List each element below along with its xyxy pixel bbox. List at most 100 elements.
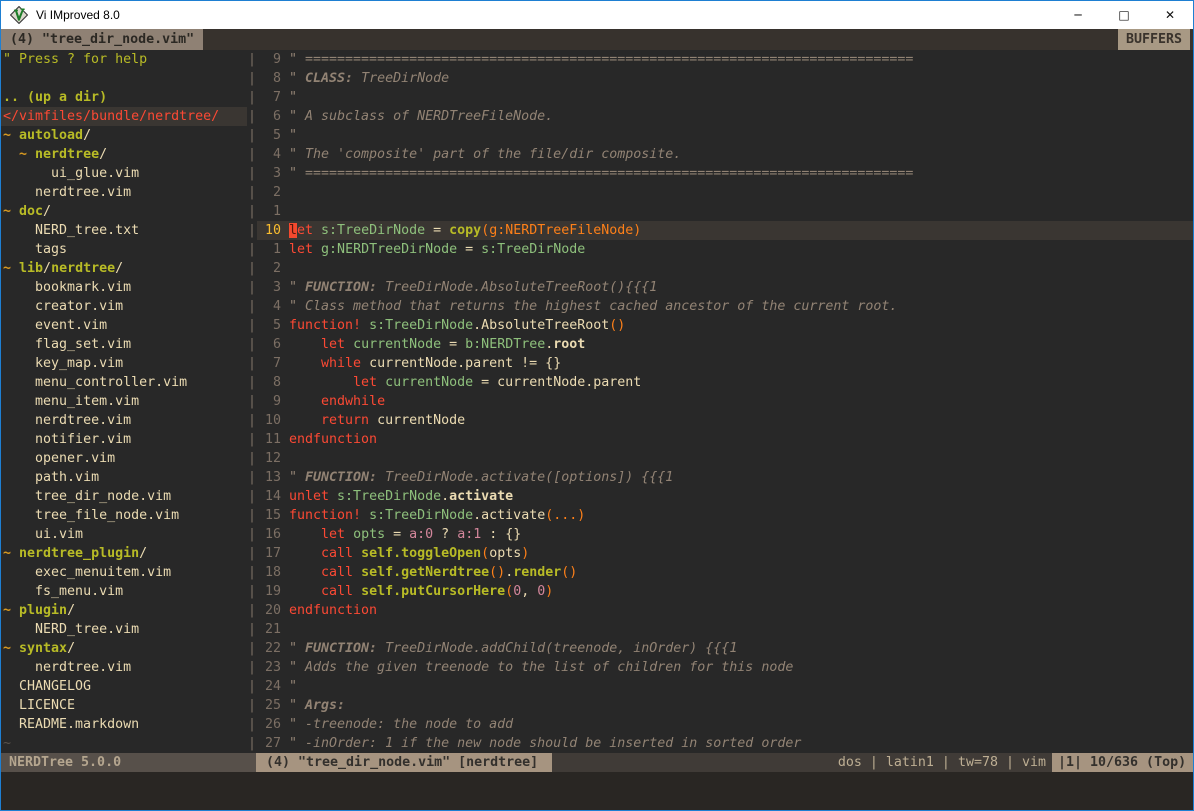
nerdtree-item[interactable]: README.markdown xyxy=(3,715,247,734)
code-line[interactable]: 6" A subclass of NERDTreeFileNode. xyxy=(257,107,1193,126)
code-line[interactable]: 9" =====================================… xyxy=(257,50,1193,69)
text-segment: " A subclass of NERDTreeFileNode. xyxy=(289,109,553,124)
nerdtree-item[interactable]: ~ xyxy=(3,734,247,753)
nerdtree-item[interactable]: ~ nerdtree/ xyxy=(3,145,247,164)
code-line[interactable]: 4" Class method that returns the highest… xyxy=(257,297,1193,316)
code-line[interactable]: 6 let currentNode = b:NERDTree.root xyxy=(257,335,1193,354)
code-line[interactable]: 26" -treenode: the node to add xyxy=(257,715,1193,734)
nerdtree-item[interactable]: nerdtree.vim xyxy=(3,183,247,202)
nerdtree-item[interactable]: exec_menuitem.vim xyxy=(3,563,247,582)
nerdtree-item[interactable]: flag_set.vim xyxy=(3,335,247,354)
close-button[interactable]: ✕ xyxy=(1147,1,1193,29)
text-segment: activate xyxy=(449,489,513,504)
code-line[interactable]: 13" FUNCTION: TreeDirNode.activate([opti… xyxy=(257,468,1193,487)
text-segment: flag_set.vim xyxy=(35,337,131,352)
code-line[interactable]: 5" xyxy=(257,126,1193,145)
text-segment: tree_dir_node.vim xyxy=(35,489,171,504)
cursor-block: l xyxy=(289,223,297,238)
nerdtree-item[interactable]: tags xyxy=(3,240,247,259)
nerdtree-item[interactable]: " Press ? for help xyxy=(3,50,247,69)
statusline-nerdtree-version: NERDTree 5.0.0 xyxy=(1,753,256,772)
nerdtree-item[interactable]: nerdtree.vim xyxy=(3,411,247,430)
code-line[interactable]: 18 call self.getNerdtree().render() xyxy=(257,563,1193,582)
nerdtree-item[interactable]: ui.vim xyxy=(3,525,247,544)
nerdtree-item[interactable]: ~ plugin/ xyxy=(3,601,247,620)
nerdtree-item[interactable]: CHANGELOG xyxy=(3,677,247,696)
code-line[interactable]: 1 xyxy=(257,202,1193,221)
code-line[interactable]: 4" The 'composite' part of the file/dir … xyxy=(257,145,1193,164)
command-line[interactable] xyxy=(1,772,1193,810)
nerdtree-item[interactable]: creator.vim xyxy=(3,297,247,316)
text-segment xyxy=(3,394,35,409)
nerdtree-item[interactable]: nerdtree.vim xyxy=(3,658,247,677)
nerdtree-item[interactable]: ~ lib/nerdtree/ xyxy=(3,259,247,278)
nerdtree-item[interactable]: notifier.vim xyxy=(3,430,247,449)
nerdtree-item[interactable]: key_map.vim xyxy=(3,354,247,373)
nerdtree-item[interactable]: ~ autoload/ xyxy=(3,126,247,145)
code-line[interactable]: 27" -inOrder: 1 if the new node should b… xyxy=(257,734,1193,753)
text-segment: creator.vim xyxy=(35,299,123,314)
text-segment: root xyxy=(553,337,585,352)
code-line[interactable]: 24" xyxy=(257,677,1193,696)
buffers-tab[interactable]: BUFFERS xyxy=(1118,29,1190,50)
code-line[interactable]: 21 xyxy=(257,620,1193,639)
nerdtree-item[interactable]: ~ nerdtree_plugin/ xyxy=(3,544,247,563)
maximize-button[interactable]: □ xyxy=(1101,1,1147,29)
code-line[interactable]: 25" Args: xyxy=(257,696,1193,715)
code-line[interactable]: 23" Adds the given treenode to the list … xyxy=(257,658,1193,677)
code-line[interactable]: 19 call self.putCursorHere(0, 0) xyxy=(257,582,1193,601)
nerdtree-item[interactable]: ui_glue.vim xyxy=(3,164,247,183)
text-segment: TreeDirNode xyxy=(353,71,449,86)
code-line[interactable]: 17 call self.toggleOpen(opts) xyxy=(257,544,1193,563)
code-line[interactable]: 5function! s:TreeDirNode.AbsoluteTreeRoo… xyxy=(257,316,1193,335)
nerdtree-item[interactable]: path.vim xyxy=(3,468,247,487)
code-line[interactable]: 20endfunction xyxy=(257,601,1193,620)
code-line[interactable]: 11endfunction xyxy=(257,430,1193,449)
nerdtree-item[interactable]: fs_menu.vim xyxy=(3,582,247,601)
nerdtree-item[interactable]: .. (up a dir) xyxy=(3,88,247,107)
code-line[interactable]: 8 let currentNode = currentNode.parent xyxy=(257,373,1193,392)
code-line[interactable]: 7 while currentNode.parent != {} xyxy=(257,354,1193,373)
nerdtree-item[interactable]: event.vim xyxy=(3,316,247,335)
code-line[interactable]: 2 xyxy=(257,183,1193,202)
code-line[interactable]: 10 return currentNode xyxy=(257,411,1193,430)
line-number: 26 xyxy=(257,715,281,734)
window-controls: ─ □ ✕ xyxy=(1055,1,1193,29)
nerdtree-item[interactable]: </vimfiles/bundle/nerdtree/ xyxy=(1,107,247,126)
code-line[interactable]: 8" CLASS: TreeDirNode xyxy=(257,69,1193,88)
code-line[interactable]: 12 xyxy=(257,449,1193,468)
text-segment: " xyxy=(289,280,305,295)
code-line[interactable]: 15function! s:TreeDirNode.activate(...) xyxy=(257,506,1193,525)
nerdtree-item[interactable]: opener.vim xyxy=(3,449,247,468)
text-segment xyxy=(3,565,35,580)
text-segment: self.putCursorHere xyxy=(361,584,505,599)
code-line[interactable]: 22" FUNCTION: TreeDirNode.addChild(treen… xyxy=(257,639,1193,658)
code-line[interactable]: 2 xyxy=(257,259,1193,278)
nerdtree-item[interactable]: LICENCE xyxy=(3,696,247,715)
nerdtree-item[interactable]: ~ syntax/ xyxy=(3,639,247,658)
code-line[interactable]: 3" FUNCTION: TreeDirNode.AbsoluteTreeRoo… xyxy=(257,278,1193,297)
nerdtree-item[interactable]: NERD_tree.vim xyxy=(3,620,247,639)
code-line[interactable]: 3" =====================================… xyxy=(257,164,1193,183)
code-line[interactable]: 10let s:TreeDirNode = copy(g:NERDTreeFil… xyxy=(257,221,1193,240)
tabline: (4) "tree_dir_node.vim" BUFFERS xyxy=(1,29,1193,50)
code-line[interactable]: 7" xyxy=(257,88,1193,107)
line-number: 10 xyxy=(257,411,281,430)
statusline-filename: (4) "tree_dir_node.vim" [nerdtree] xyxy=(256,753,552,772)
nerdtree-item[interactable]: menu_item.vim xyxy=(3,392,247,411)
code-line[interactable]: 16 let opts = a:0 ? a:1 : {} xyxy=(257,525,1193,544)
nerdtree-item[interactable]: bookmark.vim xyxy=(3,278,247,297)
text-segment xyxy=(3,242,35,257)
window-separator[interactable]: | | | | | | | | | | | | | | | | | | | | … xyxy=(247,50,257,753)
nerdtree-item[interactable]: menu_controller.vim xyxy=(3,373,247,392)
nerdtree-item[interactable]: ~ doc/ xyxy=(3,202,247,221)
minimize-button[interactable]: ─ xyxy=(1055,1,1101,29)
nerdtree-item[interactable]: NERD_tree.txt xyxy=(3,221,247,240)
code-line[interactable]: 14unlet s:TreeDirNode.activate xyxy=(257,487,1193,506)
code-line[interactable]: 9 endwhile xyxy=(257,392,1193,411)
code-line[interactable]: 1let g:NERDTreeDirNode = s:TreeDirNode xyxy=(257,240,1193,259)
nerdtree-item[interactable]: tree_file_node.vim xyxy=(3,506,247,525)
tab-tree-dir-node[interactable]: (4) "tree_dir_node.vim" xyxy=(1,29,203,50)
nerdtree-item[interactable] xyxy=(3,69,247,88)
nerdtree-item[interactable]: tree_dir_node.vim xyxy=(3,487,247,506)
